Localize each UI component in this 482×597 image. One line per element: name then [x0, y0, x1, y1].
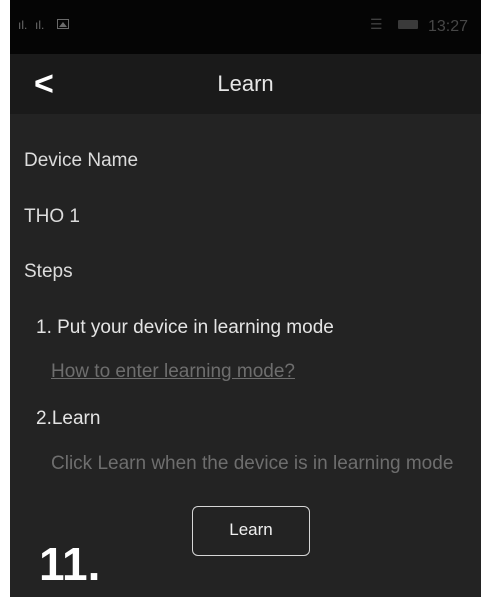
image-icon: [57, 19, 69, 29]
learn-button[interactable]: Learn: [192, 506, 310, 556]
status-bar: ıl. ıl. ☰ 13:27: [10, 0, 481, 54]
app-header: < Learn: [10, 54, 481, 114]
step-2-description: Click Learn when the device is in learni…: [51, 453, 454, 474]
wifi-icon: ☰: [370, 16, 383, 32]
app-screen: ıl. ıl. ☰ 13:27 < Learn Device Name THO …: [10, 0, 481, 597]
step-number: 11.: [39, 538, 101, 590]
step-2-text: 2.Learn: [36, 408, 101, 429]
signal-icon-2: ıl.: [35, 18, 45, 32]
device-name-value: THO 1: [24, 206, 80, 227]
step-1-text: 1. Put your device in learning mode: [36, 317, 334, 338]
device-name-label: Device Name: [24, 150, 139, 171]
page-title: Learn: [217, 71, 274, 96]
steps-label: Steps: [24, 261, 73, 282]
signal-icon: ıl.: [18, 18, 28, 32]
battery-icon: [398, 20, 418, 29]
learning-mode-help-link[interactable]: How to enter learning mode?: [51, 361, 295, 383]
status-time: 13:27: [428, 18, 469, 35]
